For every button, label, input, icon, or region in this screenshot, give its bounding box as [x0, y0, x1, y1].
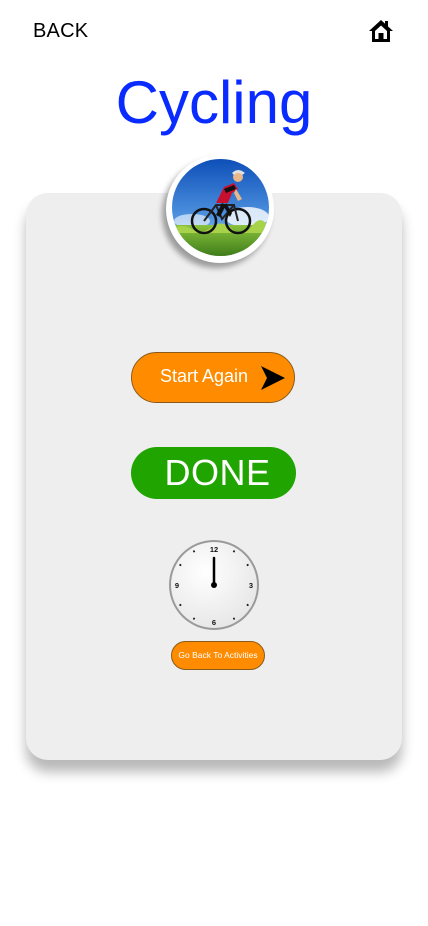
- go-back-to-activities-button[interactable]: Go Back To Activities: [171, 641, 265, 670]
- back-button[interactable]: BACK: [33, 20, 88, 43]
- clock-number-12: 12: [210, 545, 218, 554]
- start-again-button[interactable]: Start Again: [131, 352, 295, 403]
- done-label: DONE: [164, 452, 271, 493]
- activity-avatar: [166, 155, 274, 263]
- clock-icon: 12 3 6 9: [167, 538, 261, 632]
- done-button[interactable]: DONE: [131, 447, 296, 499]
- clock-number-3: 3: [249, 581, 253, 590]
- play-arrow-icon: [259, 364, 287, 392]
- home-icon[interactable]: [368, 18, 394, 44]
- activity-screen: BACK Cycling Start Again DONE 12 3 6 9 G…: [0, 0, 428, 926]
- start-again-label: Start Again: [160, 366, 249, 386]
- go-back-to-activities-label: Go Back To Activities: [178, 650, 258, 660]
- clock-number-6: 6: [212, 618, 216, 627]
- page-title: Cycling: [115, 69, 313, 136]
- clock-number-9: 9: [175, 581, 179, 590]
- cyclist-photo: [172, 159, 269, 256]
